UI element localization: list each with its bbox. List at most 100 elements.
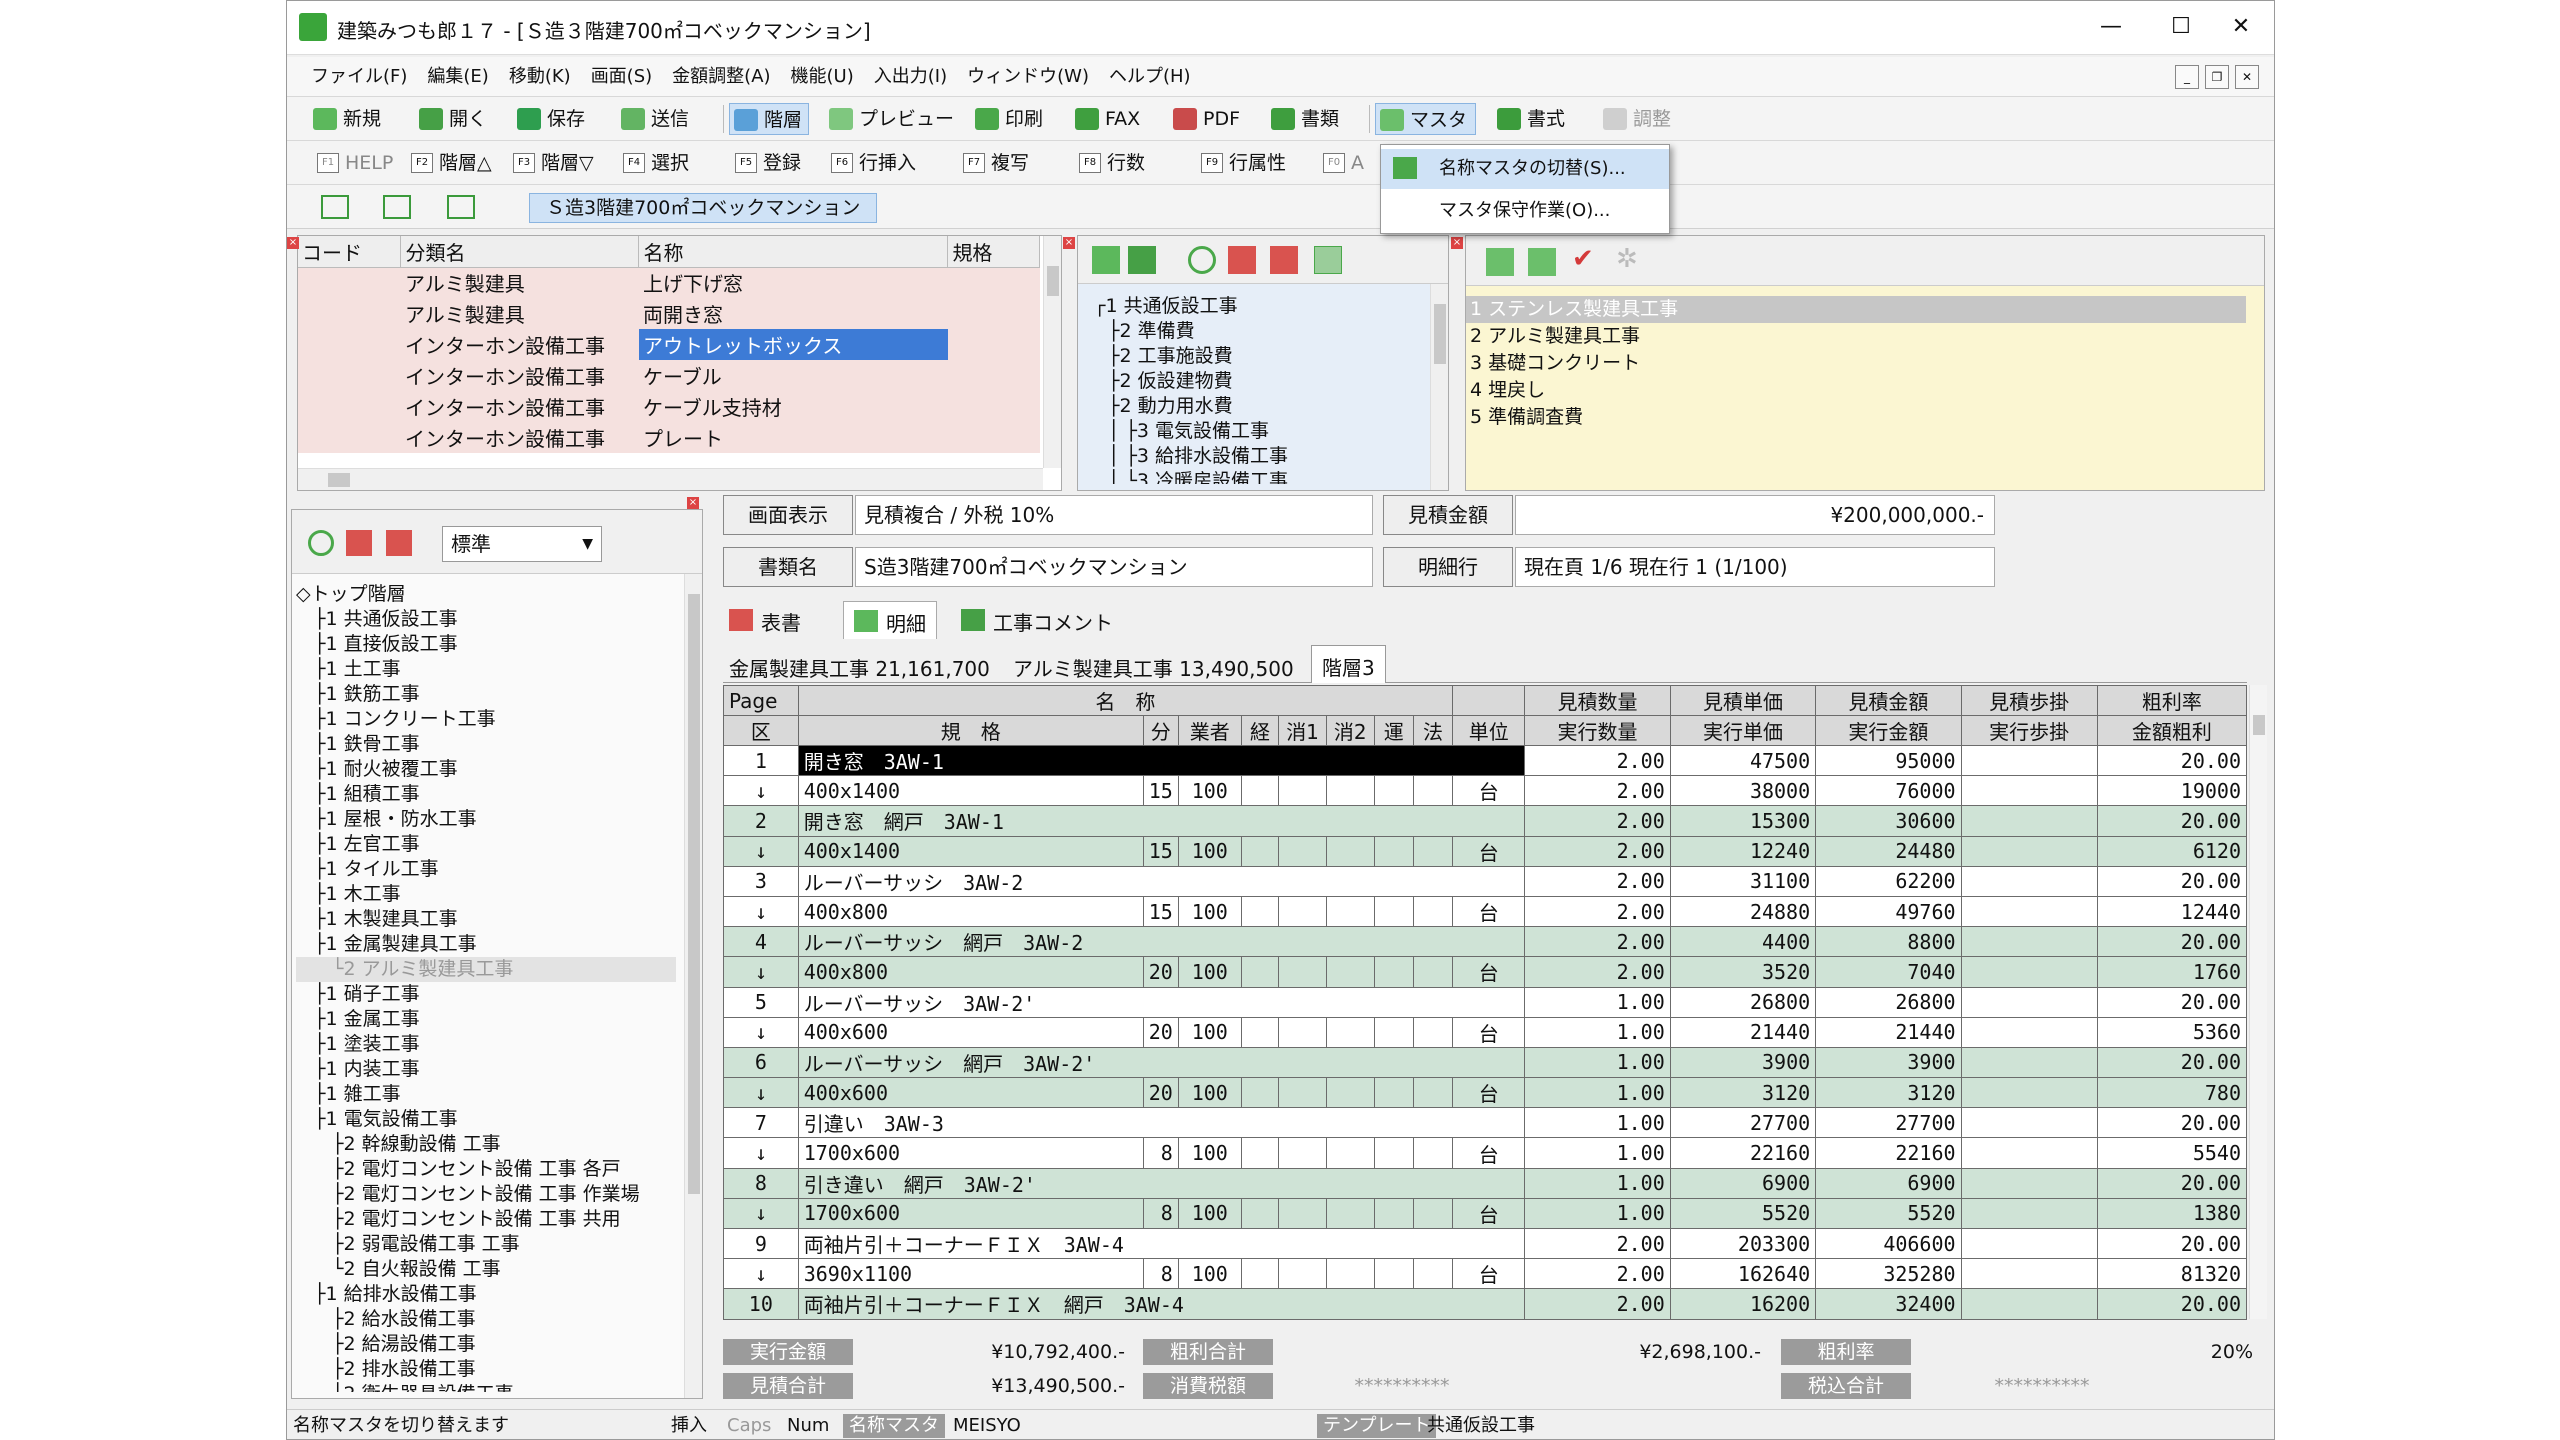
item-unit[interactable]: 台 [1452,1258,1526,1290]
menu-amount[interactable]: 金額調整(A) [662,57,780,97]
item-qty[interactable]: 1.00 [1524,1197,1671,1230]
minimize-button[interactable]: — [2081,7,2141,47]
detail-row-field[interactable]: 現在頁 1/6 現在行 1 (1/100) [1515,547,1995,587]
item-labor[interactable] [1960,1137,2098,1169]
item-name[interactable]: 引き違い 網戸 3AW-2' [797,1167,1526,1199]
item-amount[interactable]: 5520 [1815,1197,1962,1230]
item-spec[interactable]: 400x600 [797,1077,1144,1109]
item-unit[interactable]: 台 [1452,1077,1526,1109]
export-icon[interactable] [386,530,412,556]
item-labor[interactable] [1960,1227,2098,1260]
import-icon[interactable] [1486,248,1514,276]
item-amount[interactable]: 22160 [1815,1137,1962,1169]
tree-node[interactable]: ├1 木工事 [296,882,676,907]
print-button[interactable]: 印刷 [971,103,1043,135]
menu-io[interactable]: 入出力(I) [864,57,957,97]
tree-node[interactable]: ├1 金属工事 [296,1007,676,1032]
f2-level-up[interactable]: F2 階層△ [411,149,492,177]
tree-node[interactable]: ├1 タイル工事 [296,857,676,882]
tree-node[interactable]: ├2 電灯コンセント設備 工事 各戸 [296,1157,676,1182]
tree-view-icon[interactable] [1314,246,1342,274]
tree-node[interactable]: ┌1 共通仮設工事 [1094,294,1424,319]
item-amount[interactable]: 76000 [1815,775,1962,807]
item-bun[interactable]: 20 [1142,1077,1179,1109]
item-amount[interactable]: 32400 [1815,1288,1962,1320]
item-labor[interactable] [1960,1167,2098,1199]
tree-node[interactable]: ├2 電灯コンセント設備 工事 作業場 [296,1182,676,1207]
item-name[interactable]: 開き窓 3AW-1 [797,744,1526,777]
item-labor[interactable] [1960,1258,2098,1290]
tab-cover[interactable]: 表書 [727,607,801,636]
help-key[interactable]: F1 HELP [317,149,393,177]
item-bun[interactable]: 8 [1142,1258,1179,1290]
tree-node[interactable]: │ ├3 給排水設備工事 [1094,444,1424,469]
item-unit[interactable]: 台 [1452,1197,1526,1230]
table-row[interactable]: ↓ 400x1400 15 100 台 2.00 12240 24480 6120 [723,835,2248,867]
item-vendor[interactable]: 100 [1177,1077,1242,1109]
hierarchy-vscroll[interactable] [684,574,702,1398]
switch-master-item[interactable]: 名称マスタの切替(S)... [1381,149,1669,189]
view-mode-select[interactable]: 標準 ▼ [442,526,602,562]
tree-node[interactable]: ├1 コンクリート工事 [296,707,676,732]
menu-function[interactable]: 機能(U) [781,57,864,97]
item-vendor[interactable]: 100 [1177,1197,1242,1230]
col-code[interactable]: コード [298,236,402,268]
preview-button[interactable]: プレビュー [825,103,954,135]
table-row[interactable]: インターホン設備工事 アウトレットボックス [298,329,1040,360]
item-unit-price[interactable]: 31100 [1669,865,1817,897]
table-row[interactable]: 5 ルーバーサッシ 3AW-2' 1.00 26800 26800 20.00 [723,986,2248,1018]
item-labor[interactable] [1960,956,2098,988]
item-profit[interactable]: 20.00 [2096,926,2248,958]
item-amount[interactable]: 6900 [1815,1167,1962,1199]
item-qty[interactable]: 2.00 [1524,805,1671,837]
item-amount[interactable]: 95000 [1815,744,1962,777]
mdi-close-icon[interactable]: ✕ [2235,65,2259,89]
item-profit[interactable]: 81320 [2096,1258,2248,1290]
item-qty[interactable]: 1.00 [1524,1016,1671,1048]
item-profit[interactable]: 6120 [2096,835,2248,867]
table-row[interactable]: 7 引違い 3AW-3 1.00 27700 27700 20.00 [723,1107,2248,1139]
upload-icon[interactable] [1128,246,1156,274]
item-unit[interactable]: 台 [1452,1016,1526,1048]
tree-node[interactable]: ├2 給水設備工事 [296,1307,676,1332]
item-qty[interactable]: 2.00 [1524,956,1671,988]
item-profit[interactable]: 20.00 [2096,805,2248,837]
item-name[interactable]: ルーバーサッシ 3AW-2 [797,865,1526,897]
tree-node[interactable]: ├1 鉄骨工事 [296,732,676,757]
table-row[interactable]: ↓ 1700x600 8 100 台 1.00 5520 5520 1380 [723,1197,2248,1230]
item-profit[interactable]: 20.00 [2096,1046,2248,1079]
list-item[interactable]: 1 ステンレス製建具工事 [1466,296,2246,323]
table-row[interactable]: 6 ルーバーサッシ 網戸 3AW-2' 1.00 3900 3900 20.00 [723,1046,2248,1079]
tree-node[interactable]: ├2 弱電設備工事 工事 [296,1232,676,1257]
add-icon[interactable] [1092,246,1120,274]
item-name[interactable]: ルーバーサッシ 網戸 3AW-2 [797,926,1526,958]
item-unit-price[interactable]: 12240 [1669,835,1817,867]
list-item[interactable]: 4 埋戻し [1466,377,2246,404]
tree-node[interactable]: ├1 左官工事 [296,832,676,857]
item-unit-price[interactable]: 4400 [1669,926,1817,958]
tree-node[interactable]: ├1 電気設備工事 [296,1107,676,1132]
item-qty[interactable]: 1.00 [1524,1077,1671,1109]
layout-horizontal-icon[interactable] [383,195,411,219]
table-row[interactable]: インターホン設備工事 ケーブル支持材 [298,391,1040,422]
item-spec[interactable]: 3690x1100 [797,1258,1144,1290]
item-unit[interactable]: 台 [1452,835,1526,867]
item-unit-price[interactable]: 16200 [1669,1288,1817,1320]
item-unit-price[interactable]: 3120 [1669,1077,1817,1109]
item-vendor[interactable]: 100 [1177,895,1242,928]
item-profit[interactable]: 20.00 [2096,744,2248,777]
item-qty[interactable]: 1.00 [1524,1107,1671,1139]
swap-icon[interactable] [1228,246,1256,274]
item-spec[interactable]: 400x800 [797,895,1144,928]
item-labor[interactable] [1960,1046,2098,1079]
item-profit[interactable]: 20.00 [2096,865,2248,897]
item-name[interactable]: 開き窓 網戸 3AW-1 [797,805,1526,837]
fa-key[interactable]: F0 A [1323,149,1364,177]
master-hscroll[interactable] [298,468,1043,490]
item-bun[interactable]: 15 [1142,895,1179,928]
item-qty[interactable]: 2.00 [1524,895,1671,928]
tree-node[interactable]: ├1 内装工事 [296,1057,676,1082]
item-bun[interactable]: 20 [1142,1016,1179,1048]
item-vendor[interactable]: 100 [1177,1258,1242,1290]
tree-node[interactable]: ├1 金属製建具工事 [296,932,676,957]
